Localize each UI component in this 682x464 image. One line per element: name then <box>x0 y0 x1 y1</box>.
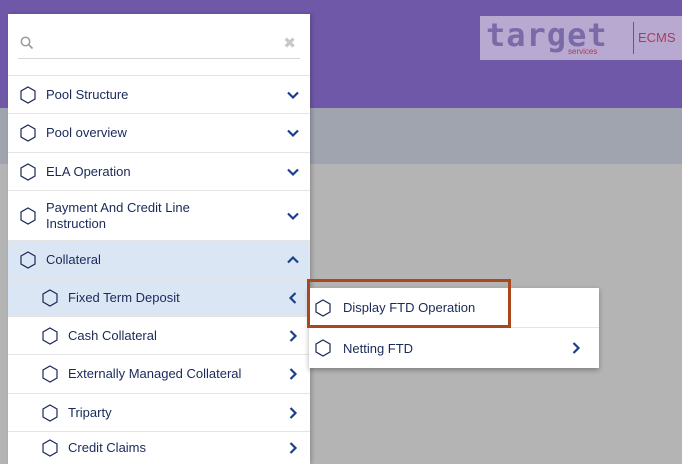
hexagon-icon <box>20 250 36 269</box>
chevron-left-icon <box>288 291 297 304</box>
highlight-box <box>307 279 511 328</box>
hexagon-icon <box>20 124 36 142</box>
menu-item-label: Payment And Credit Line Instruction <box>46 199 190 231</box>
menu-item-label: Triparty <box>68 404 112 420</box>
menu-item-ela-operation[interactable]: ELA Operation <box>8 153 310 191</box>
menu-item-cash-collateral[interactable]: Cash Collateral <box>8 317 310 355</box>
menu-item-pool-structure[interactable]: Pool Structure <box>8 76 310 114</box>
chevron-right-icon <box>289 406 298 419</box>
chevron-right-icon <box>289 442 298 454</box>
search-icon <box>20 36 34 50</box>
hexagon-icon <box>20 85 36 104</box>
menu-item-label: Fixed Term Deposit <box>68 289 180 305</box>
hexagon-icon <box>42 326 58 345</box>
chevron-down-icon <box>287 91 299 99</box>
logo-separator <box>633 22 634 54</box>
chevron-down-icon <box>287 129 299 138</box>
menu-item-payment-credit-line[interactable]: Payment And Credit Line Instruction <box>8 191 310 241</box>
chevron-right-icon <box>289 368 298 380</box>
hexagon-icon <box>42 288 58 307</box>
chevron-down-icon <box>287 168 299 176</box>
menu-item-externally-managed-collateral[interactable]: Externally Managed Collateral <box>8 355 310 394</box>
menu-item-label: Externally Managed Collateral <box>68 366 242 381</box>
hexagon-icon <box>42 365 58 383</box>
menu-item-label: Pool overview <box>46 125 127 140</box>
close-icon[interactable]: ✖ <box>283 36 296 51</box>
submenu-item-netting-ftd[interactable]: Netting FTD <box>309 328 599 368</box>
submenu-item-label: Netting FTD <box>343 340 414 356</box>
menu-item-label: ELA Operation <box>46 163 131 179</box>
menu-item-label: Pool Structure <box>46 86 129 102</box>
menu-item-label: Cash Collateral <box>68 327 157 343</box>
chevron-right-icon <box>572 342 581 354</box>
chevron-right-icon <box>289 329 298 342</box>
hexagon-icon <box>315 339 331 357</box>
logo-product: ECMS <box>638 30 676 45</box>
hexagon-icon <box>20 206 36 225</box>
search-input[interactable] <box>18 58 300 59</box>
hexagon-icon <box>42 439 58 457</box>
chevron-down-icon <box>287 212 299 220</box>
menu-item-triparty[interactable]: Triparty <box>8 394 310 432</box>
navigation-menu: ✖ Pool Structure Pool overview ELA Opera… <box>8 14 310 464</box>
hexagon-icon <box>42 403 58 422</box>
logo-sub: services <box>568 47 598 56</box>
hexagon-icon <box>20 162 36 181</box>
menu-item-fixed-term-deposit[interactable]: Fixed Term Deposit <box>8 279 310 317</box>
menu-item-pool-overview[interactable]: Pool overview <box>8 114 310 153</box>
menu-item-collateral[interactable]: Collateral <box>8 241 310 279</box>
menu-item-label: Credit Claims <box>68 440 147 455</box>
target-services-logo: target services ECMS <box>480 16 682 60</box>
menu-search: ✖ <box>8 14 310 76</box>
menu-item-label: Collateral <box>46 251 101 267</box>
chevron-up-icon <box>287 255 299 263</box>
menu-item-credit-claims[interactable]: Credit Claims <box>8 432 310 464</box>
